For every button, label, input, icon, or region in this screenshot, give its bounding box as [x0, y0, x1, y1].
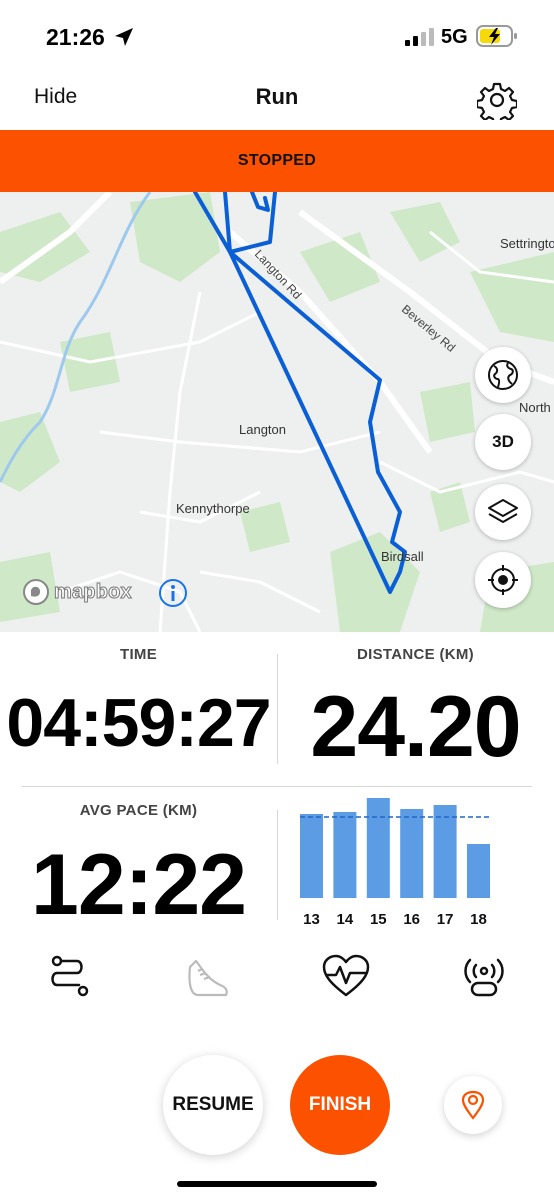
splits-chart: 13 14 15 16 17 18 [300, 798, 490, 928]
split-bar [366, 798, 390, 898]
network-type: 5G [441, 26, 468, 48]
split-label: 14 [337, 911, 354, 928]
stats-panel: TIME 04:59:27 DISTANCE (KM) 24.20 AVG PA… [0, 632, 554, 948]
place-label: Birdsall [381, 549, 424, 564]
avg-pace-value: 12:22 [31, 837, 247, 933]
split-bar [400, 809, 424, 898]
time-label: TIME [119, 646, 158, 663]
globe-icon [488, 360, 518, 390]
layers-button[interactable] [475, 484, 531, 540]
shoe-icon [188, 959, 228, 997]
3d-label: 3D [492, 432, 514, 451]
split-label: 17 [437, 911, 454, 928]
place-label: North [519, 400, 551, 415]
resume-button[interactable]: RESUME [163, 1055, 263, 1155]
split-label: 15 [370, 911, 387, 928]
nav-bar: Hide Run [0, 74, 554, 130]
place-label: Langton [239, 422, 286, 437]
stats-divider [22, 786, 532, 787]
tab-bar [0, 948, 554, 1008]
info-icon[interactable] [158, 578, 188, 608]
tab-shoes[interactable] [178, 948, 238, 1004]
signal-bars-icon [405, 28, 434, 46]
avg-pace-label: AVG PACE (KM) [79, 802, 198, 819]
split-label: 18 [470, 911, 487, 928]
add-location-button[interactable] [444, 1076, 502, 1134]
route-icon [51, 955, 89, 997]
status-bar: 21:26 5G [0, 0, 554, 74]
split-bar [467, 844, 490, 898]
location-pin-icon [461, 1090, 485, 1120]
mapbox-text: mapbox [54, 580, 133, 603]
3d-toggle-button[interactable]: 3D [475, 414, 531, 470]
split-label: 16 [403, 911, 420, 928]
crosshair-icon [488, 565, 518, 595]
place-label: Kennythorpe [176, 501, 250, 516]
status-banner-text: STOPPED [237, 152, 317, 169]
mapbox-logo-icon [23, 579, 49, 605]
heart-rate-icon [322, 954, 370, 997]
sensor-icon [464, 958, 504, 997]
route-map[interactable]: Settringto North Langton Kennythorpe Bir… [0, 192, 554, 632]
locate-button[interactable] [475, 552, 531, 608]
mapbox-attribution: mapbox [22, 578, 132, 606]
layers-icon [488, 499, 518, 523]
map-canvas [0, 192, 554, 632]
time-value: 04:59:27 [6, 685, 271, 761]
tab-route[interactable] [37, 948, 97, 1004]
distance-value: 24.20 [310, 679, 521, 775]
tab-heart-rate[interactable] [316, 948, 376, 1004]
split-bar [333, 812, 357, 898]
tab-sensors[interactable] [454, 948, 514, 1004]
split-bar [300, 814, 323, 898]
location-arrow-icon [115, 28, 133, 46]
place-label: Settringto [500, 236, 554, 251]
hide-button[interactable]: Hide [34, 85, 77, 109]
split-bar [433, 805, 457, 898]
globe-button[interactable] [475, 347, 531, 403]
battery-charging-icon [476, 25, 517, 47]
finish-button[interactable]: FINISH [290, 1055, 390, 1155]
split-label: 13 [303, 911, 320, 928]
status-time: 21:26 [46, 24, 105, 50]
home-indicator[interactable] [177, 1181, 377, 1187]
page-title: Run [255, 84, 299, 109]
distance-label: DISTANCE (KM) [357, 646, 474, 663]
status-banner: STOPPED [0, 130, 554, 192]
stats-divider [277, 810, 278, 920]
gear-icon[interactable] [477, 80, 517, 120]
